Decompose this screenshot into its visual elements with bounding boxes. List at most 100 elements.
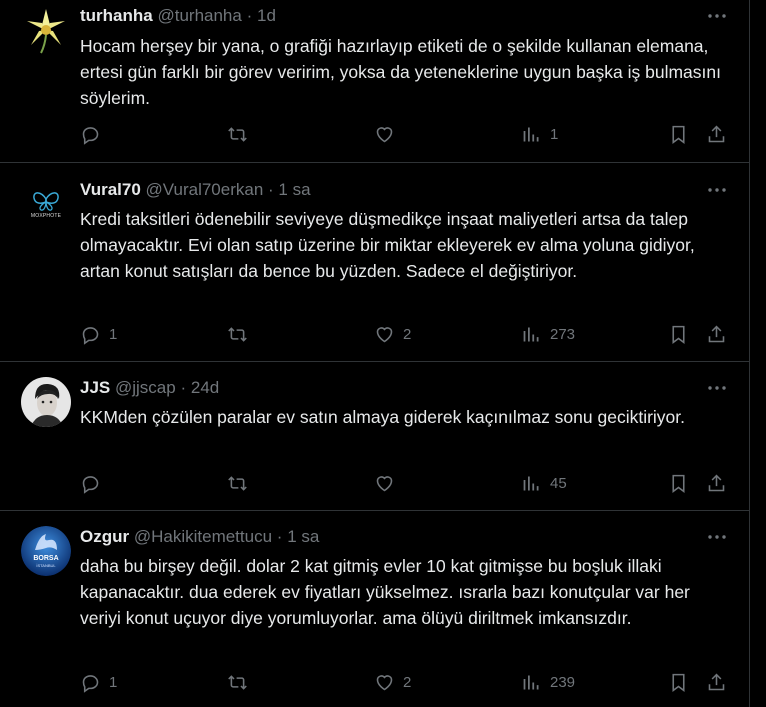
separator-dot: · (246, 6, 253, 25)
reply-button[interactable] (80, 471, 109, 495)
views-count: 273 (550, 325, 576, 343)
like-icon (376, 475, 393, 491)
like-button[interactable] (374, 471, 403, 495)
tweet-actions: 1 2 239 (80, 670, 730, 694)
tweet-actions: 1 2 273 (80, 322, 730, 346)
display-name[interactable]: turhanha (80, 6, 153, 25)
bookmark-button[interactable] (668, 122, 689, 146)
share-icon (708, 474, 725, 491)
share-icon (708, 125, 725, 142)
retweet-icon (228, 475, 247, 491)
bookmark-icon (672, 474, 685, 493)
tweet-header: turhanha @turhanha · 1d (80, 5, 276, 27)
more-icon[interactable] (706, 179, 728, 201)
views-count: 239 (550, 673, 576, 691)
more-icon[interactable] (706, 526, 728, 548)
views-count: 1 (550, 125, 559, 143)
like-icon (376, 326, 393, 342)
timestamp[interactable]: 1 sa (287, 527, 319, 546)
views-icon (523, 327, 539, 341)
bookmark-button[interactable] (668, 322, 689, 346)
tweet-actions: 1 (80, 122, 730, 146)
separator-dot: · (180, 378, 187, 397)
avatar[interactable] (21, 5, 71, 55)
like-button[interactable]: 2 (374, 322, 411, 346)
reply-icon (82, 475, 99, 494)
share-button[interactable] (706, 670, 727, 694)
share-button[interactable] (706, 122, 727, 146)
timestamp[interactable]: 24d (191, 378, 219, 397)
retweet-icon (228, 126, 247, 142)
reply-button[interactable]: 1 (80, 322, 117, 346)
timestamp[interactable]: 1 sa (278, 180, 310, 199)
display-name[interactable]: Ozgur (80, 527, 129, 546)
display-name[interactable]: JJS (80, 378, 110, 397)
avatar-brand-text: BORSA (33, 555, 59, 562)
bookmark-button[interactable] (668, 471, 689, 495)
retweet-button[interactable] (227, 122, 256, 146)
like-button[interactable]: 2 (374, 670, 411, 694)
reply-icon (82, 674, 99, 693)
tweet[interactable]: JJS @jjscap · 24d KKMden çözülen paralar… (0, 362, 749, 511)
separator-dot: · (276, 527, 283, 546)
views-button[interactable]: 239 (521, 670, 575, 694)
tweet[interactable]: turhanha @turhanha · 1d Hocam herşey bir… (0, 0, 749, 163)
like-count: 2 (403, 673, 412, 691)
views-button[interactable]: 1 (521, 122, 558, 146)
share-icon (708, 673, 725, 690)
user-handle[interactable]: @turhanha (157, 6, 241, 25)
views-button[interactable]: 45 (521, 471, 567, 495)
user-handle[interactable]: @Hakikitemettucu (134, 527, 272, 546)
bookmark-button[interactable] (668, 670, 689, 694)
butterfly-avatar-icon (25, 183, 67, 225)
views-count: 45 (550, 474, 567, 492)
avatar[interactable] (21, 377, 71, 427)
reply-count: 1 (109, 325, 118, 343)
tweet-text: Kredi taksitleri ödenebilir seviyeye düş… (80, 209, 695, 281)
views-icon (523, 675, 539, 689)
timeline: turhanha @turhanha · 1d Hocam herşey bir… (0, 0, 750, 707)
retweet-icon (228, 326, 247, 342)
retweet-button[interactable] (227, 471, 256, 495)
avatar-brand-text: MOXPHOTE (30, 213, 62, 219)
reply-button[interactable] (80, 122, 109, 146)
more-icon[interactable] (706, 5, 728, 27)
tweet-header: JJS @jjscap · 24d (80, 377, 219, 399)
borsa-avatar-icon (21, 526, 71, 576)
tweet-text: Hocam herşey bir yana, o grafiği hazırla… (80, 36, 721, 108)
like-count: 2 (403, 325, 412, 343)
person-avatar-icon (21, 377, 71, 427)
tweet[interactable]: MOXPHOTE Vural70 @Vural70erkan · 1 sa Kr… (0, 163, 749, 362)
reply-count: 1 (109, 673, 118, 691)
user-handle[interactable]: @jjscap (115, 378, 176, 397)
reply-icon (82, 126, 99, 145)
tweet-text: daha bu birşey değil. dolar 2 kat gitmiş… (80, 556, 690, 628)
tweet-header: Ozgur @Hakikitemettucu · 1 sa (80, 526, 319, 548)
reply-button[interactable]: 1 (80, 670, 117, 694)
flower-avatar-icon (21, 5, 71, 55)
share-icon (708, 325, 725, 342)
bookmark-icon (672, 125, 685, 144)
retweet-button[interactable] (227, 670, 256, 694)
avatar[interactable]: BORSA İSTANBUL (21, 526, 71, 576)
avatar[interactable]: MOXPHOTE (21, 179, 71, 229)
separator-dot: · (268, 180, 274, 199)
tweet-text: KKMden çözülen paralar ev satın almaya g… (80, 407, 686, 427)
views-icon (523, 476, 539, 490)
user-handle[interactable]: @Vural70erkan (146, 180, 264, 199)
bookmark-icon (672, 673, 685, 692)
tweet-header: Vural70 @Vural70erkan · 1 sa (80, 179, 311, 201)
tweet[interactable]: BORSA İSTANBUL Ozgur @Hakikitemettucu · … (0, 511, 749, 707)
avatar-brand-subtext: İSTANBUL (36, 563, 56, 568)
display-name[interactable]: Vural70 (80, 180, 141, 199)
retweet-icon (228, 674, 247, 690)
views-icon (523, 127, 539, 141)
timestamp[interactable]: 1d (257, 6, 276, 25)
like-button[interactable] (374, 122, 403, 146)
retweet-button[interactable] (227, 322, 256, 346)
share-button[interactable] (706, 471, 727, 495)
share-button[interactable] (706, 322, 727, 346)
more-icon[interactable] (706, 377, 728, 399)
views-button[interactable]: 273 (521, 322, 575, 346)
like-icon (376, 674, 393, 690)
